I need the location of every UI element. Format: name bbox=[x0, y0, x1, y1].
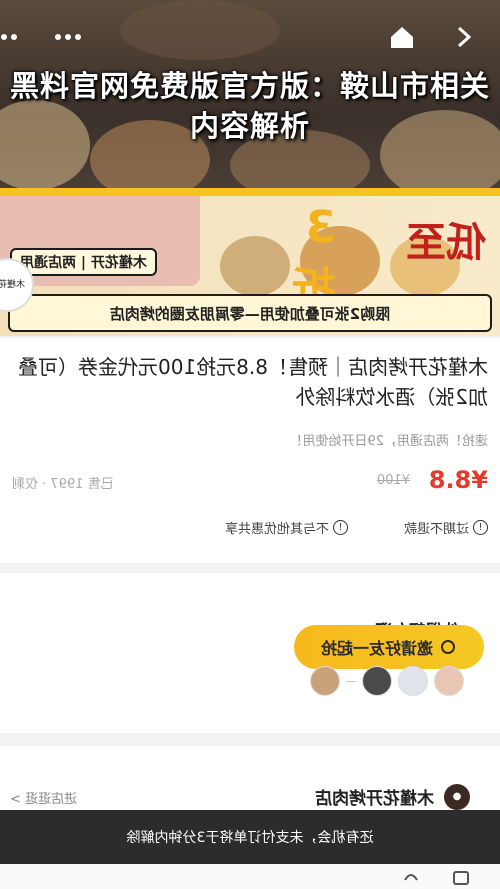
article-title: 黑料官网免费版官方版：鞍山市相关内容解析 bbox=[10, 69, 491, 143]
avatar[interactable] bbox=[434, 666, 464, 696]
info-icon: ! bbox=[333, 520, 348, 535]
avatar-list bbox=[310, 665, 464, 697]
bottom-bar bbox=[0, 864, 500, 889]
menu-dots-icon[interactable] bbox=[48, 22, 88, 52]
shop-logo: ● bbox=[444, 784, 470, 810]
deal-validity: 速抢！两店通用，29日开始使用！ bbox=[289, 434, 488, 449]
service-icon[interactable] bbox=[402, 868, 420, 886]
price-row: ¥8.8 ¥100 已售 1997 · 仅剩 bbox=[12, 466, 488, 496]
refresh-icon bbox=[441, 640, 456, 654]
group-buy-section: 他们都在逛 邀请好友一起抢 bbox=[0, 573, 500, 733]
shop-name: 木槿花开烤肉店 bbox=[315, 789, 434, 809]
deal-card: 木槿花开烤肉店｜预售！8.8元抢100元代金券（可叠加2张）酒水饮料除外 速抢！… bbox=[0, 338, 500, 563]
deal-price: ¥8.8 bbox=[428, 466, 488, 494]
more-dots-icon[interactable] bbox=[0, 22, 30, 52]
visit-shop-link[interactable]: 进店逛逛 > bbox=[10, 788, 77, 807]
share-icon[interactable] bbox=[452, 868, 470, 886]
chevron-right-icon[interactable] bbox=[452, 22, 476, 52]
mirrored-screenshot: 低至 3折 木槿花开 | 两店通用 限购2张可叠加使用—零屑朋友圈的烤肉店 木槿… bbox=[0, 196, 500, 889]
accent-divider bbox=[0, 188, 500, 196]
avatar[interactable] bbox=[362, 666, 392, 696]
promo-banner: 低至 3折 木槿花开 | 两店通用 限购2张可叠加使用—零屑朋友圈的烤肉店 木槿… bbox=[0, 196, 500, 336]
divider bbox=[346, 680, 356, 682]
avatar[interactable] bbox=[310, 666, 340, 696]
discount-label: 低至 bbox=[406, 220, 486, 266]
policy-no-stack: ! 不与其他优惠共享 bbox=[225, 518, 348, 537]
payment-toast: 还有机会，未支付订单将于3分钟内解除 bbox=[0, 810, 500, 864]
policy-row: ! 过期不退款 ! 不与其他优惠共享 bbox=[12, 518, 488, 538]
shop-card[interactable]: ● 木槿花开烤肉店 进店逛逛 > bbox=[0, 746, 500, 816]
info-icon: ! bbox=[473, 520, 488, 535]
sold-count: 已售 1997 · 仅剩 bbox=[12, 477, 114, 492]
invite-label: 邀请好友一起抢 bbox=[321, 641, 434, 658]
shop-tag: 木槿花开 | 两店通用 bbox=[10, 248, 157, 276]
original-price: ¥100 bbox=[376, 473, 410, 488]
food-plate bbox=[220, 236, 290, 296]
policy-label: 不与其他优惠共享 bbox=[224, 522, 329, 537]
invite-friends-button[interactable]: 邀请好友一起抢 bbox=[294, 625, 484, 669]
discount-sign: 低至 3折 bbox=[292, 202, 486, 315]
deal-title: 木槿花开烤肉店｜预售！8.8元抢100元代金券（可叠加2张）酒水饮料除外 bbox=[18, 355, 488, 409]
home-icon[interactable] bbox=[388, 22, 416, 52]
avatar[interactable] bbox=[398, 666, 428, 696]
food-photo bbox=[120, 0, 280, 60]
policy-label: 过期不退款 bbox=[403, 522, 469, 537]
banner-footer: 限购2张可叠加使用—零屑朋友圈的烤肉店 bbox=[8, 294, 492, 332]
title-banner: 黑料官网免费版官方版：鞍山市相关内容解析 bbox=[0, 0, 500, 200]
policy-no-refund: ! 过期不退款 bbox=[404, 518, 488, 537]
